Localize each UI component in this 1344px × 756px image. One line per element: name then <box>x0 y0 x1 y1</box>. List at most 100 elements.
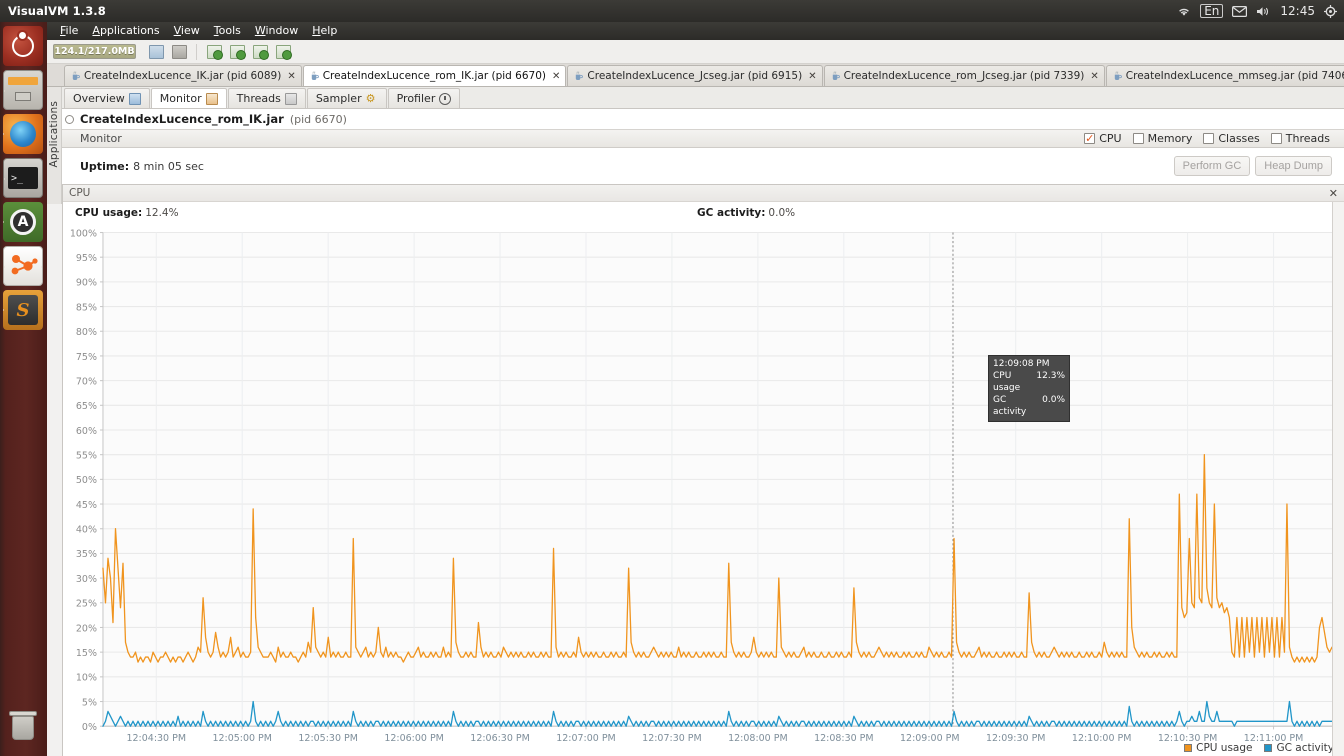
perform-gc-button[interactable]: Perform GC <box>1173 156 1251 176</box>
checkbox-memory-box[interactable] <box>1132 133 1144 144</box>
document-tab-close-icon[interactable]: ✕ <box>285 71 295 82</box>
checkbox-memory-label: Memory <box>1147 132 1193 145</box>
save-snapshot-icon[interactable] <box>170 43 188 61</box>
svg-text:12:09:00 PM: 12:09:00 PM <box>900 733 960 744</box>
launcher-item-terminal[interactable]: >_ <box>3 158 43 198</box>
add-vm-coredump-icon[interactable] <box>251 43 269 61</box>
view-tab-bar: Overview Monitor Threads Sampler ⚙ Profi… <box>47 87 1344 109</box>
tooltip-gc-value: 0.0% <box>1042 395 1065 405</box>
java-app-icon <box>832 71 840 81</box>
menu-item-window[interactable]: Window <box>248 22 305 40</box>
document-tab-0[interactable]: CreateIndexLucence_IK.jar (pid 6089) ✕ <box>64 65 302 86</box>
checkbox-classes-box[interactable] <box>1203 133 1215 144</box>
svg-text:70%: 70% <box>76 376 97 387</box>
svg-text:50%: 50% <box>76 475 97 486</box>
document-tab-3[interactable]: CreateIndexLucence_rom_Jcseg.jar (pid 73… <box>823 65 1105 86</box>
svg-text:12:05:30 PM: 12:05:30 PM <box>298 733 358 744</box>
launcher-item-firefox[interactable] <box>3 114 43 154</box>
svg-text:75%: 75% <box>76 352 97 363</box>
menu-item-file[interactable]: File <box>53 22 85 40</box>
checkbox-threads[interactable]: Threads <box>1270 132 1330 145</box>
tab-overview[interactable]: Overview <box>64 88 150 108</box>
tooltip-gc-label: GC activity <box>993 395 1027 417</box>
toolbar-separator <box>196 43 197 60</box>
add-jmx-connection-icon[interactable] <box>205 43 223 61</box>
tab-monitor[interactable]: Monitor <box>150 88 227 108</box>
tooltip-cpu-value: 12.3% <box>1036 371 1065 381</box>
svg-text:12:08:30 PM: 12:08:30 PM <box>814 733 874 744</box>
uptime-label: Uptime: <box>80 159 130 173</box>
tab-profiler[interactable]: Profiler <box>387 88 461 108</box>
launcher-item-ubuntu-dash[interactable] <box>3 26 43 66</box>
menu-bar: File Applications View Tools Window Help <box>47 22 1344 40</box>
monitor-icon <box>205 92 218 105</box>
launcher-item-visualvm[interactable] <box>3 246 43 286</box>
svg-text:45%: 45% <box>76 500 97 511</box>
java-app-icon <box>72 71 80 81</box>
monitor-action-buttons: Perform GC Heap Dump <box>1173 156 1344 176</box>
document-tab-label: CreateIndexLucence_IK.jar (pid 6089) <box>84 70 282 82</box>
legend-swatch-cpu <box>1184 744 1193 752</box>
java-app-icon <box>311 71 319 81</box>
mail-icon[interactable] <box>1232 5 1248 17</box>
overview-icon <box>128 92 141 105</box>
tab-threads[interactable]: Threads <box>227 88 306 108</box>
svg-text:10%: 10% <box>76 672 97 683</box>
document-tab-label: CreateIndexLucence_Jcseg.jar (pid 6915) <box>587 70 803 82</box>
volume-icon[interactable] <box>1256 6 1271 17</box>
launcher-item-trash[interactable] <box>3 708 43 748</box>
add-remote-host-icon[interactable] <box>228 43 246 61</box>
add-application-icon[interactable] <box>274 43 292 61</box>
svg-text:12:07:00 PM: 12:07:00 PM <box>556 733 616 744</box>
document-tab-4[interactable]: CreateIndexLucence_mmseg.jar (pid 7406) … <box>1105 65 1344 86</box>
svg-text:12:06:30 PM: 12:06:30 PM <box>470 733 530 744</box>
chart-tooltip: 12:09:08 PM CPU usage 12.3% GC activity … <box>988 355 1070 422</box>
document-tab-1[interactable]: CreateIndexLucence_rom_IK.jar (pid 6670)… <box>302 65 567 86</box>
svg-text:55%: 55% <box>76 450 97 461</box>
legend-swatch-gc <box>1264 744 1273 752</box>
sampler-icon: ⚙ <box>365 91 376 105</box>
keyboard-layout-indicator[interactable]: En <box>1200 4 1224 18</box>
checkbox-threads-box[interactable] <box>1270 133 1282 144</box>
menu-item-tools[interactable]: Tools <box>207 22 248 40</box>
heap-dump-button[interactable]: Heap Dump <box>1255 156 1332 176</box>
monitor-section-bar: Monitor CPU Memory Classes Threads <box>62 129 1344 148</box>
gear-icon[interactable] <box>1324 4 1337 18</box>
document-tab-close-icon[interactable]: ✕ <box>806 71 816 82</box>
checkbox-threads-label: Threads <box>1285 132 1330 145</box>
radio-button-icon[interactable] <box>65 114 74 124</box>
svg-text:20%: 20% <box>76 623 97 634</box>
heap-meter[interactable]: 124.1/217.0MB <box>53 44 136 59</box>
document-tab-2[interactable]: CreateIndexLucence_Jcseg.jar (pid 6915) … <box>567 65 823 86</box>
document-tab-close-icon[interactable]: ✕ <box>1088 71 1098 82</box>
monitor-section-label: Monitor <box>80 132 122 145</box>
launcher-item-android-studio[interactable]: A <box>3 202 43 242</box>
cpu-plot-svg[interactable]: 100% 95% 90% 85% 80% 75% 70% 65% 60% 55% 50% 45% 40%… <box>63 224 1344 756</box>
clock[interactable]: 12:45 <box>1280 5 1315 17</box>
launcher-item-files[interactable] <box>3 70 43 110</box>
gc-activity-value: 0.0% <box>768 207 796 219</box>
tab-sampler[interactable]: Sampler ⚙ <box>306 88 387 108</box>
cpu-plot-area[interactable]: 100% 95% 90% 85% 80% 75% 70% 65% 60% 55% 50% 45% 40%… <box>63 224 1344 756</box>
gc-activity-group: GC activity: 0.0% <box>697 207 795 219</box>
launcher-item-sublime-text[interactable]: S <box>3 290 43 330</box>
checkbox-classes[interactable]: Classes <box>1203 132 1260 145</box>
cpu-panel-titlebar: CPU ✕ <box>63 185 1344 202</box>
svg-text:35%: 35% <box>76 549 97 560</box>
close-icon[interactable]: ✕ <box>1329 187 1338 200</box>
checkbox-cpu[interactable]: CPU <box>1084 132 1122 145</box>
checkbox-cpu-box[interactable] <box>1084 133 1096 144</box>
checkbox-memory[interactable]: Memory <box>1132 132 1193 145</box>
svg-text:12:08:00 PM: 12:08:00 PM <box>728 733 788 744</box>
gc-activity-label: GC activity: <box>697 207 766 219</box>
panel-app-title: VisualVM 1.3.8 <box>8 4 106 18</box>
chart-right-gutter <box>1332 202 1344 756</box>
document-tab-close-icon[interactable]: ✕ <box>550 71 560 82</box>
cpu-chart-panel: CPU ✕ CPU usage: 12.4% GC activity: 0.0%… <box>62 184 1344 756</box>
menu-item-help[interactable]: Help <box>305 22 344 40</box>
wifi-icon[interactable] <box>1177 6 1191 17</box>
menu-item-applications[interactable]: Applications <box>85 22 166 40</box>
menu-item-view[interactable]: View <box>167 22 207 40</box>
open-snapshot-icon[interactable] <box>147 43 165 61</box>
process-pid: (pid 6670) <box>289 112 347 126</box>
